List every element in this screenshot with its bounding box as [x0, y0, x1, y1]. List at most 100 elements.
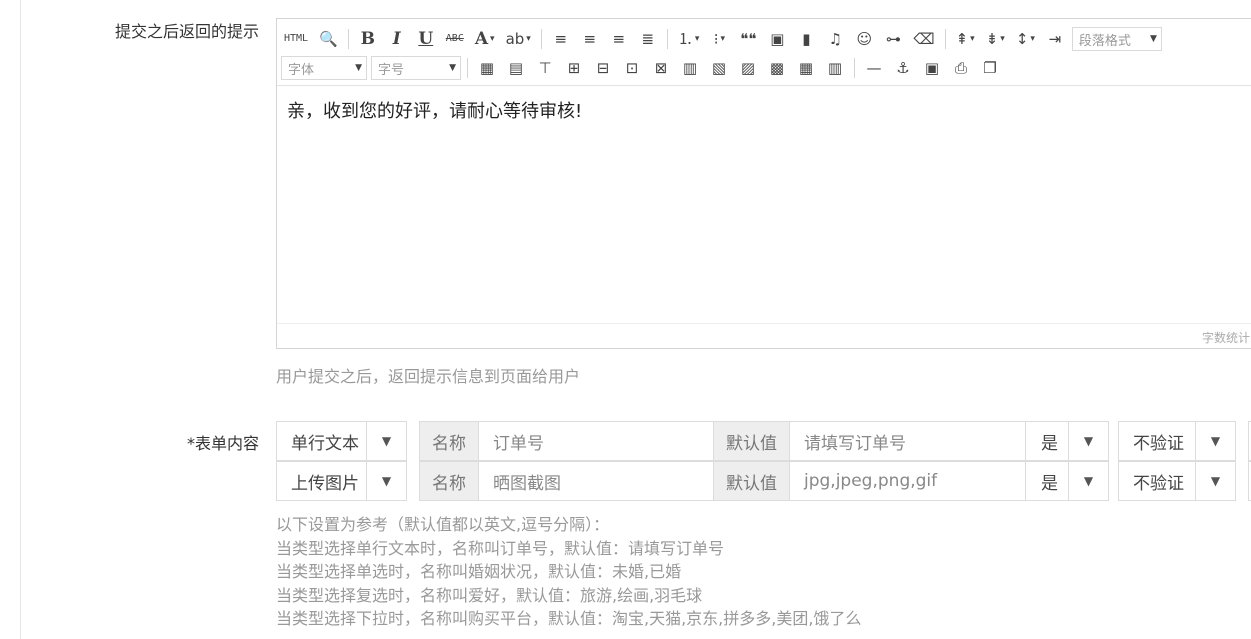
editor-footer: 字数统计	[277, 323, 1251, 348]
chevron-down-icon: ▾	[490, 33, 495, 44]
bold-icon[interactable]: B	[356, 27, 380, 51]
required-select[interactable]: 是 ▼	[1026, 421, 1109, 461]
split-rows-icon-glyph: ▦	[798, 58, 814, 77]
insert-row-after-icon[interactable]: ⊟	[591, 56, 615, 80]
merge-down-icon-glyph: ▨	[740, 58, 756, 77]
insert-caption-icon-glyph: ⊤	[538, 58, 552, 77]
field-name-input[interactable]: 晒图截图	[479, 461, 714, 501]
rich-text-editor[interactable]: HTML 🔍 B I U ABC A ▾ ab ▾ ≡ ≡ ≡ ≣ ⒈ ▾ ⁝ ▾ ❝❝ ▣ ▮ ♫ ☺ ⊶ ⌫ ⇞ ▾ ⇟ ▾ ↕ ▾ ⇥ 段…	[276, 18, 1251, 349]
link-icon[interactable]: ⊶	[881, 27, 905, 51]
chevron-down-icon: ▼	[449, 63, 456, 73]
split-cols-icon[interactable]: ▥	[823, 56, 847, 80]
ordered-list-icon[interactable]: ⒈ ▾	[675, 27, 703, 51]
unordered-list-icon[interactable]: ⁝ ▾	[707, 27, 731, 51]
validation-select[interactable]: 不验证 ▼	[1118, 461, 1236, 501]
insert-caption-icon[interactable]: ⊤	[533, 56, 557, 80]
insert-row-before-icon[interactable]: ⊞	[562, 56, 586, 80]
image-icon-glyph: ▣	[770, 29, 785, 48]
bold-icon-glyph: B	[360, 28, 375, 49]
horizontal-rule-icon[interactable]: —	[862, 56, 886, 80]
insert-table-icon-glyph: ▦	[479, 58, 495, 77]
align-left-icon-glyph: ≡	[554, 29, 568, 48]
html-source-icon-glyph: HTML	[284, 33, 309, 44]
html-source-icon[interactable]: HTML	[281, 27, 311, 51]
default-value-input[interactable]: 请填写订单号	[790, 421, 1026, 461]
insert-col-before-icon[interactable]: ⊡	[620, 56, 644, 80]
blockquote-icon[interactable]: ❝❝	[736, 27, 760, 51]
field-type-select[interactable]: 单行文本 ▼	[276, 421, 407, 461]
default-addon: 默认值	[714, 421, 790, 461]
align-justify-icon[interactable]: ≣	[636, 27, 660, 51]
music-icon-glyph: ♫	[828, 29, 843, 48]
split-cells-icon[interactable]: ▩	[765, 56, 789, 80]
preview-icon[interactable]: 🔍	[316, 27, 341, 51]
chevron-down-icon: ▾	[526, 33, 531, 44]
anchor-icon-glyph: ⚓	[896, 58, 910, 77]
required-select[interactable]: 是 ▼	[1026, 461, 1109, 501]
print-icon[interactable]: ⎙	[949, 56, 973, 80]
line-height-icon[interactable]: ↕ ▾	[1013, 27, 1038, 51]
field-type-select[interactable]: 上传图片 ▼	[276, 461, 407, 501]
paste-icon[interactable]: ❐	[978, 56, 1002, 80]
video-icon[interactable]: ▮	[794, 27, 818, 51]
insert-table-icon[interactable]: ▦	[475, 56, 499, 80]
font-size-select[interactable]: 字号 ▼	[371, 56, 461, 80]
default-addon: 默认值	[714, 461, 790, 501]
font-color-icon-glyph: A	[474, 28, 489, 49]
font-family-select[interactable]: 字体 ▼	[281, 56, 367, 80]
row-spacing-top-icon[interactable]: ⇞ ▾	[953, 27, 978, 51]
editor-content[interactable]: 亲，收到您的好评，请耐心等待审核!	[287, 97, 582, 123]
merge-right-icon-glyph: ▧	[711, 58, 727, 77]
highlight-icon[interactable]: ab ▾	[503, 27, 534, 51]
hint-line: 当类型选择单选时，名称叫婚姻状况，默认值：未婚,已婚	[276, 562, 682, 581]
font-color-icon[interactable]: A ▾	[472, 27, 498, 51]
align-right-icon[interactable]: ≡	[607, 27, 631, 51]
merge-right-icon[interactable]: ▧	[707, 56, 731, 80]
preview-icon-glyph: 🔍	[319, 29, 338, 48]
italic-icon[interactable]: I	[385, 27, 409, 51]
anchor-icon[interactable]: ⚓	[891, 56, 915, 80]
merge-cells-icon[interactable]: ▥	[678, 56, 702, 80]
split-cells-icon-glyph: ▩	[769, 58, 785, 77]
font-size-value: 字号	[378, 62, 405, 78]
default-value-input[interactable]: jpg,jpeg,png,gif	[790, 461, 1026, 501]
chevron-down-icon: ▼	[1195, 422, 1235, 460]
strikethrough-icon[interactable]: ABC	[443, 27, 467, 51]
horizontal-rule-icon-glyph: —	[866, 58, 882, 77]
chevron-down-icon: ▾	[970, 33, 975, 44]
validation-select[interactable]: 不验证 ▼	[1118, 421, 1236, 461]
required-value: 是	[1041, 433, 1058, 454]
field-name-input[interactable]: 订单号	[479, 421, 714, 461]
align-left-icon[interactable]: ≡	[549, 27, 573, 51]
toolbar-divider	[347, 29, 349, 49]
row-spacing-bottom-icon[interactable]: ⇟ ▾	[983, 27, 1008, 51]
eraser-icon[interactable]: ⌫	[910, 27, 937, 51]
split-rows-icon[interactable]: ▦	[794, 56, 818, 80]
table-props-icon[interactable]: ▤	[504, 56, 528, 80]
row-spacing-top-icon-glyph: ⇞	[955, 29, 969, 48]
align-center-icon-glyph: ≡	[583, 29, 597, 48]
name-addon: 名称	[419, 461, 479, 501]
indent-icon[interactable]: ⇥	[1043, 27, 1067, 51]
underline-icon[interactable]: U	[414, 27, 438, 51]
chevron-down-icon: ▾	[720, 33, 726, 44]
align-center-icon[interactable]: ≡	[578, 27, 602, 51]
hint-line: 当类型选择复选时，名称叫爱好，默认值：旅游,绘画,羽毛球	[276, 585, 703, 605]
paragraph-format-select[interactable]: 段落格式 ▼	[1071, 27, 1162, 51]
image-icon[interactable]: ▣	[765, 27, 789, 51]
validation-value: 不验证	[1133, 433, 1184, 454]
template-icon[interactable]: ▣	[920, 56, 944, 80]
line-height-icon-glyph: ↕	[1015, 29, 1029, 48]
reply-tip-label: 提交之后返回的提示	[114, 22, 259, 41]
emoticon-icon[interactable]: ☺	[852, 27, 876, 51]
form-field-row: 上传图片 ▼ 名称 晒图截图 默认值 jpg,jpeg,png,gif 是 ▼ …	[276, 461, 1251, 501]
underline-icon-glyph: U	[418, 28, 434, 49]
align-justify-icon-glyph: ≣	[641, 29, 655, 48]
insert-col-after-icon[interactable]: ⊠	[649, 56, 673, 80]
validation-value: 不验证	[1133, 473, 1184, 494]
video-icon-glyph: ▮	[802, 29, 811, 48]
chevron-down-icon: ▼	[1195, 462, 1235, 500]
merge-down-icon[interactable]: ▨	[736, 56, 760, 80]
music-icon[interactable]: ♫	[823, 27, 847, 51]
insert-col-after-icon-glyph: ⊠	[654, 58, 668, 77]
